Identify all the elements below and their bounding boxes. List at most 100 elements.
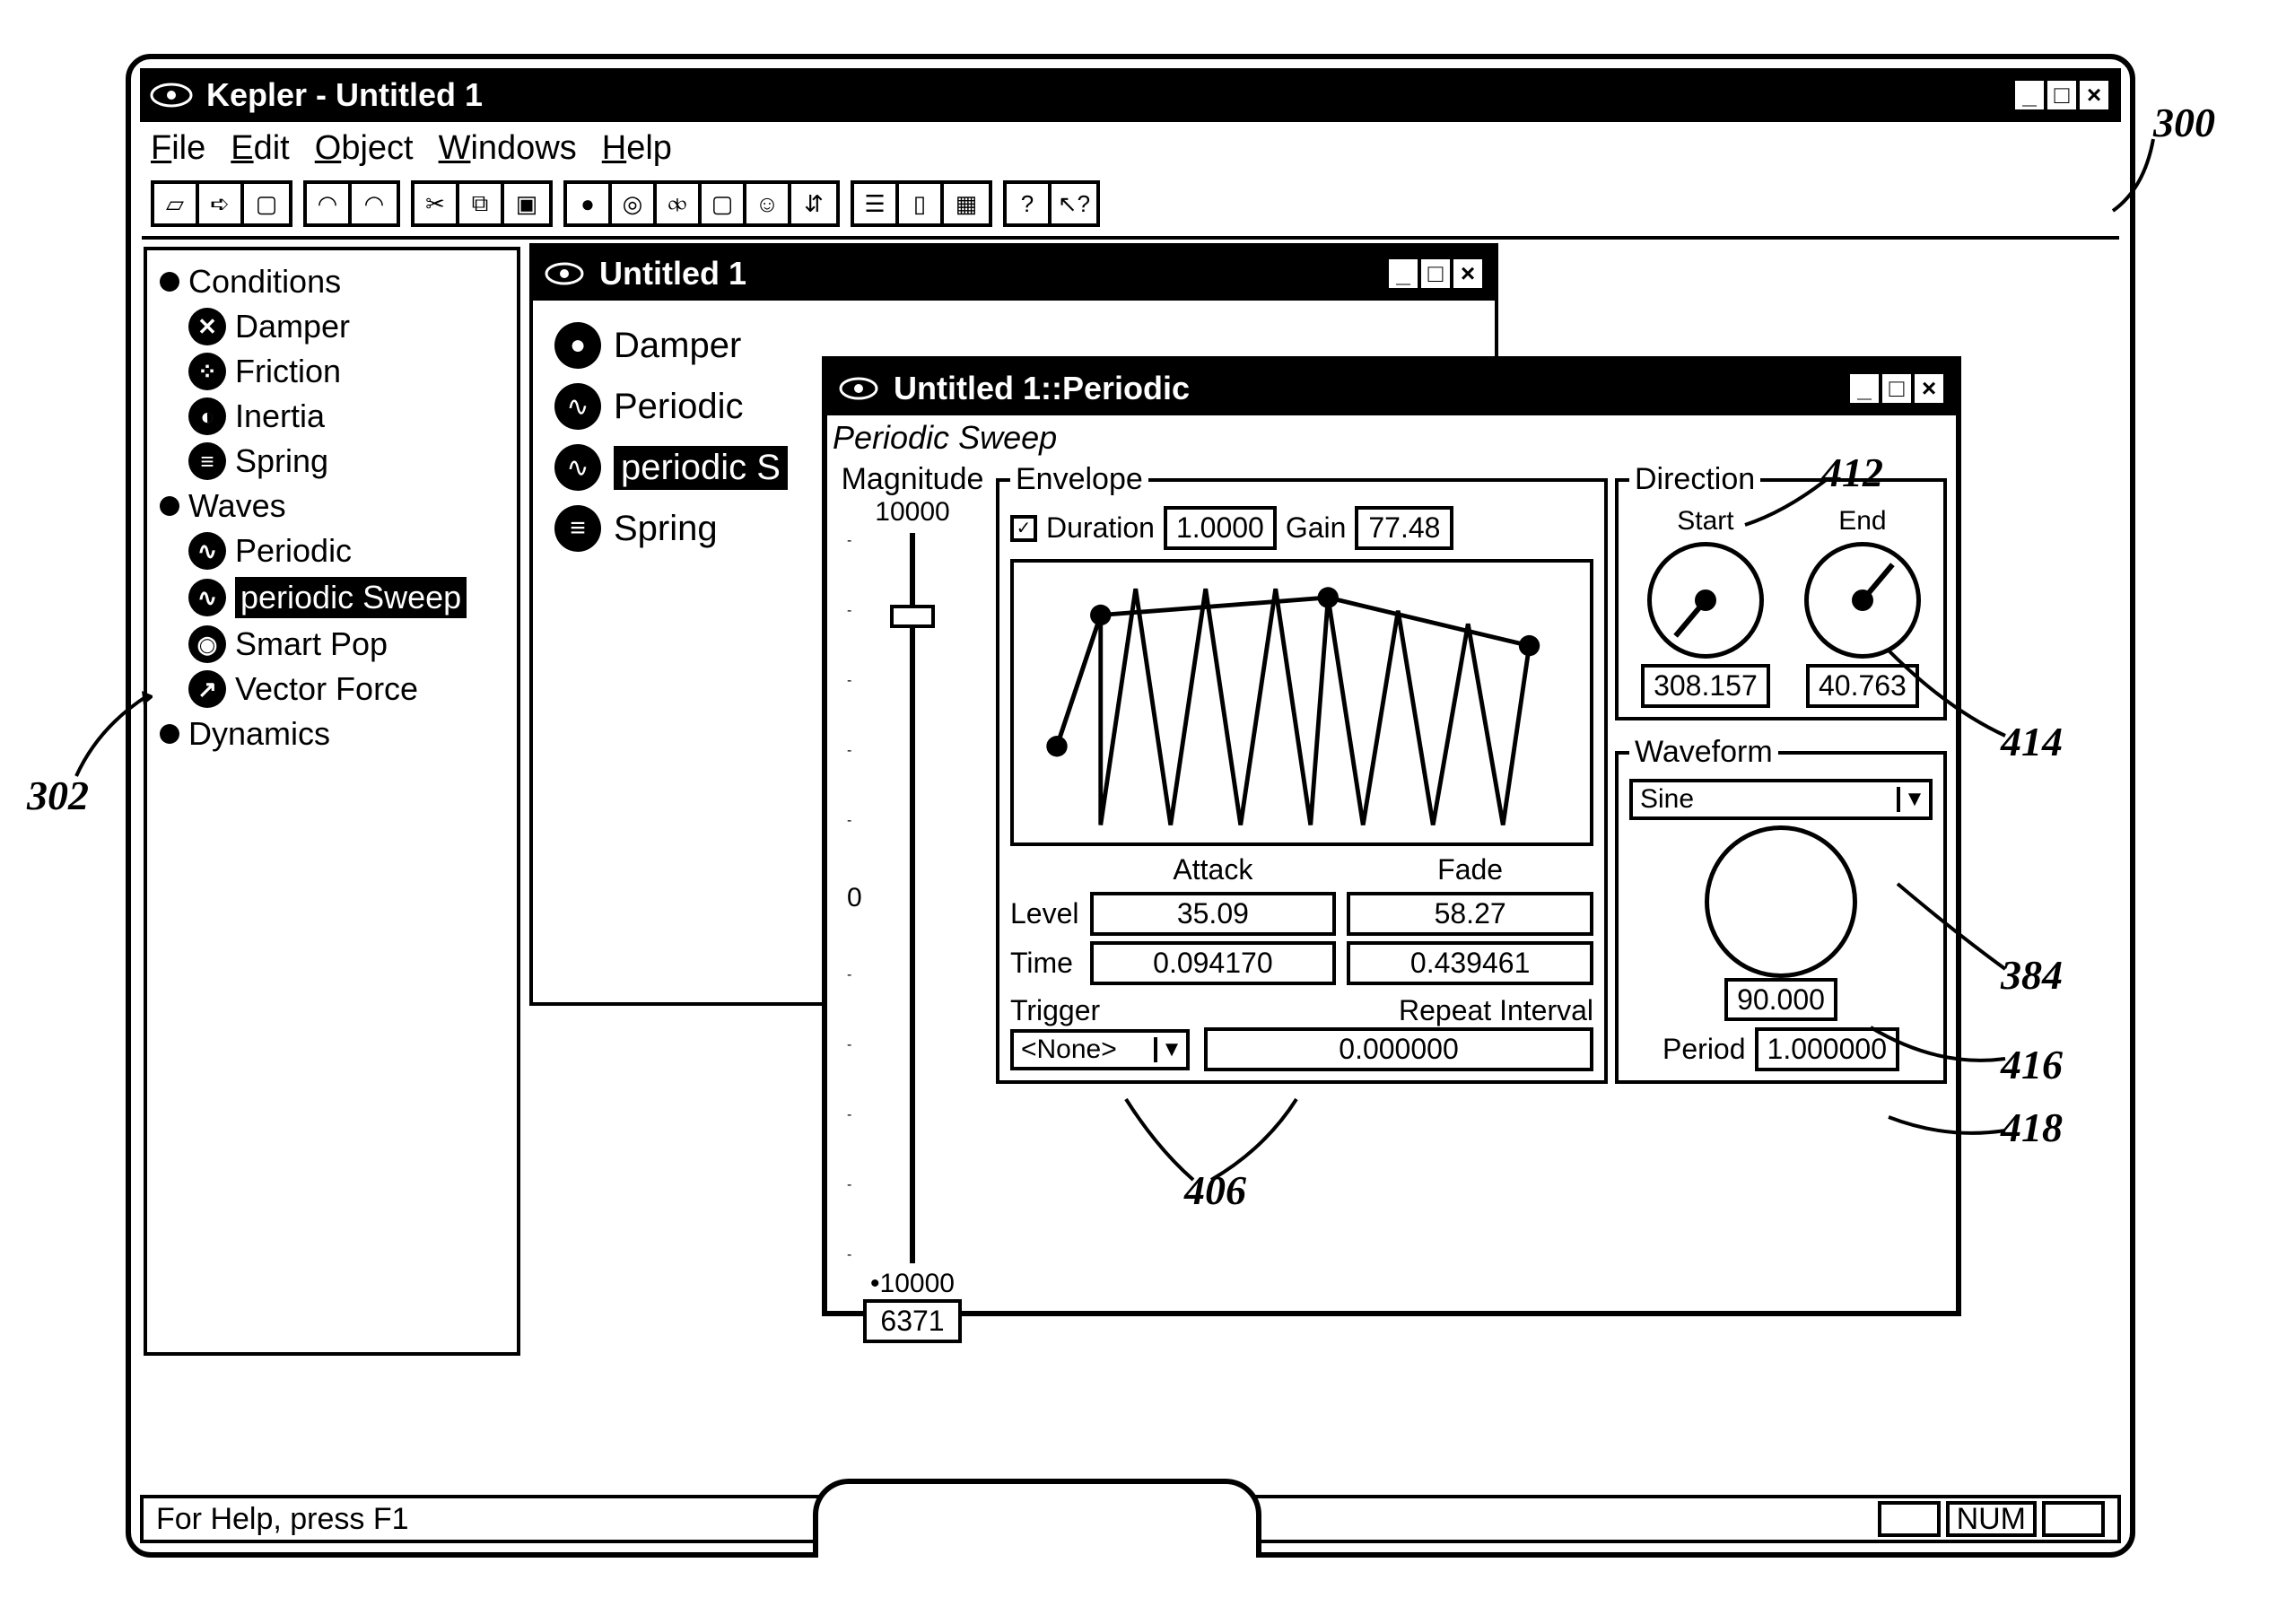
duration-input[interactable]: 1.0000 [1164,506,1277,550]
magnitude-panel: Magnitude 10000 ----- 0 ----- •10000 637… [836,462,989,1343]
magnitude-slider[interactable]: ----- 0 ----- [836,533,989,1263]
gain-input[interactable]: 77.48 [1355,506,1453,550]
menu-edit[interactable]: Edit [231,129,290,168]
time-row-label: Time [1010,947,1079,980]
tool-new-icon[interactable]: ▱ [154,184,199,223]
tool-box-icon[interactable]: ▢ [702,184,746,223]
period-label: Period [1662,1033,1746,1066]
tool-save-icon[interactable]: ▢ [244,184,289,223]
tool-help-icon[interactable]: ? [1007,184,1052,223]
tool-whatsthis-icon[interactable]: ↖? [1052,184,1096,223]
doc-maximize-button[interactable]: □ [1418,256,1453,292]
menu-object[interactable]: Object [315,129,414,168]
duration-label: Duration [1046,511,1155,545]
spring-icon: ≡ [188,442,226,480]
minimize-button[interactable]: _ [2012,77,2047,113]
envelope-graph[interactable] [1010,559,1593,846]
arrow-icon: ↗ [188,670,226,708]
phase-input[interactable]: 90.000 [1724,978,1837,1021]
tool-link-icon[interactable]: ⧞ [657,184,702,223]
magnitude-value[interactable]: 6371 [863,1299,962,1343]
waveform-select[interactable]: Sine▼ [1629,779,1933,820]
tree-periodic[interactable]: ∿Periodic [153,528,511,573]
chevron-down-icon: ▼ [1154,1037,1186,1062]
envelope-legend: Envelope [1010,462,1148,497]
tool-person-icon[interactable]: ☺ [746,184,791,223]
dots-icon: ⁘ [188,353,226,390]
tree-spring[interactable]: ≡Spring [153,439,511,484]
tree-cat-conditions[interactable]: Conditions [153,259,511,304]
direction-start-input[interactable]: 308.157 [1641,664,1770,708]
tree-cat-dynamics[interactable]: Dynamics [153,712,511,756]
tree-periodic-sweep[interactable]: ∿periodic Sweep [153,573,511,622]
repeat-label: Repeat Interval [1399,994,1593,1027]
tool-target-icon[interactable]: ◎ [612,184,657,223]
doc-close-button[interactable]: × [1450,256,1486,292]
attack-time-input[interactable]: 0.094170 [1090,941,1337,985]
pop-icon: ◉ [188,625,226,663]
tool-cut-icon[interactable]: ✂ [415,184,459,223]
maximize-button[interactable]: □ [2044,77,2080,113]
trigger-select[interactable]: <None>▼ [1010,1029,1190,1070]
repeat-interval-input[interactable]: 0.000000 [1204,1027,1593,1071]
gain-label: Gain [1286,511,1347,545]
tree-inertia[interactable]: ◐Inertia [153,394,511,439]
tool-copy-icon[interactable]: ⧉ [459,184,504,223]
menu-file[interactable]: File [151,129,205,168]
props-close-button[interactable]: × [1911,371,1947,406]
doc-icon [542,260,587,287]
status-box-3 [2042,1501,2105,1537]
main-titlebar[interactable]: Kepler - Untitled 1 _ □ × [140,68,2121,122]
direction-end-dial[interactable] [1804,542,1921,659]
props-icon [836,375,881,402]
magnitude-max: 10000 [875,497,949,528]
record-icon: ● [554,322,601,369]
doc-minimize-button[interactable]: _ [1385,256,1421,292]
menu-bar: File Edit Object Windows Help [131,122,2130,175]
fade-time-input[interactable]: 0.439461 [1347,941,1593,985]
tree-cat-waves[interactable]: Waves [153,484,511,528]
tree-friction[interactable]: ⁘Friction [153,349,511,394]
fade-level-input[interactable]: 58.27 [1347,892,1593,936]
phase-dial[interactable] [1705,825,1857,978]
tree-damper[interactable]: ✕Damper [153,304,511,349]
sweep-icon: ∿ [554,444,601,491]
envelope-group: Envelope ✓ Duration 1.0000 Gain 77.48 [996,462,1608,1084]
waveform-legend: Waveform [1629,735,1778,770]
attack-level-input[interactable]: 35.09 [1090,892,1337,936]
doc-title: Untitled 1 [599,255,746,292]
tool-arc1-icon[interactable]: ◠ [307,184,352,223]
effect-name: Periodic Sweep [827,415,1956,457]
tool-open-icon[interactable]: ➪ [199,184,244,223]
figure-notch [813,1479,1261,1558]
trigger-label: Trigger [1010,994,1100,1027]
menu-windows[interactable]: Windows [439,129,577,168]
props-titlebar[interactable]: Untitled 1::Periodic _ □ × [827,362,1956,415]
tool-list-icon[interactable]: ☰ [854,184,899,223]
inertia-icon: ◐ [188,397,226,435]
close-button[interactable]: × [2076,77,2112,113]
callout-300: 300 [2153,99,2215,146]
tool-paste-icon[interactable]: ▣ [504,184,549,223]
slider-thumb[interactable] [890,605,935,628]
tool-rec-icon[interactable]: ● [567,184,612,223]
duration-checkbox[interactable]: ✓ [1010,515,1037,542]
callout-412: 412 [1821,449,1883,496]
toolbar: ▱➪▢ ◠◠ ✂⧉▣ ●◎⧞▢☺⇵ ☰▯▦ ?↖? [131,175,2130,236]
tool-detail-icon[interactable]: ▯ [899,184,944,223]
chevron-down-icon: ▼ [1897,787,1929,812]
tree-vectorforce[interactable]: ↗Vector Force [153,667,511,712]
doc-titlebar[interactable]: Untitled 1 _ □ × [533,247,1495,301]
tree-smartpop[interactable]: ◉Smart Pop [153,622,511,667]
props-minimize-button[interactable]: _ [1846,371,1882,406]
props-maximize-button[interactable]: □ [1879,371,1915,406]
menu-help[interactable]: Help [602,129,672,168]
spring-icon: ≡ [554,505,601,552]
tool-slider-icon[interactable]: ⇵ [791,184,836,223]
status-help-text: For Help, press F1 [156,1502,409,1537]
fade-header: Fade [1347,853,1593,886]
tool-arc2-icon[interactable]: ◠ [352,184,397,223]
sine-icon: ∿ [188,532,226,570]
tool-grid-icon[interactable]: ▦ [944,184,989,223]
direction-start-dial[interactable] [1647,542,1764,659]
